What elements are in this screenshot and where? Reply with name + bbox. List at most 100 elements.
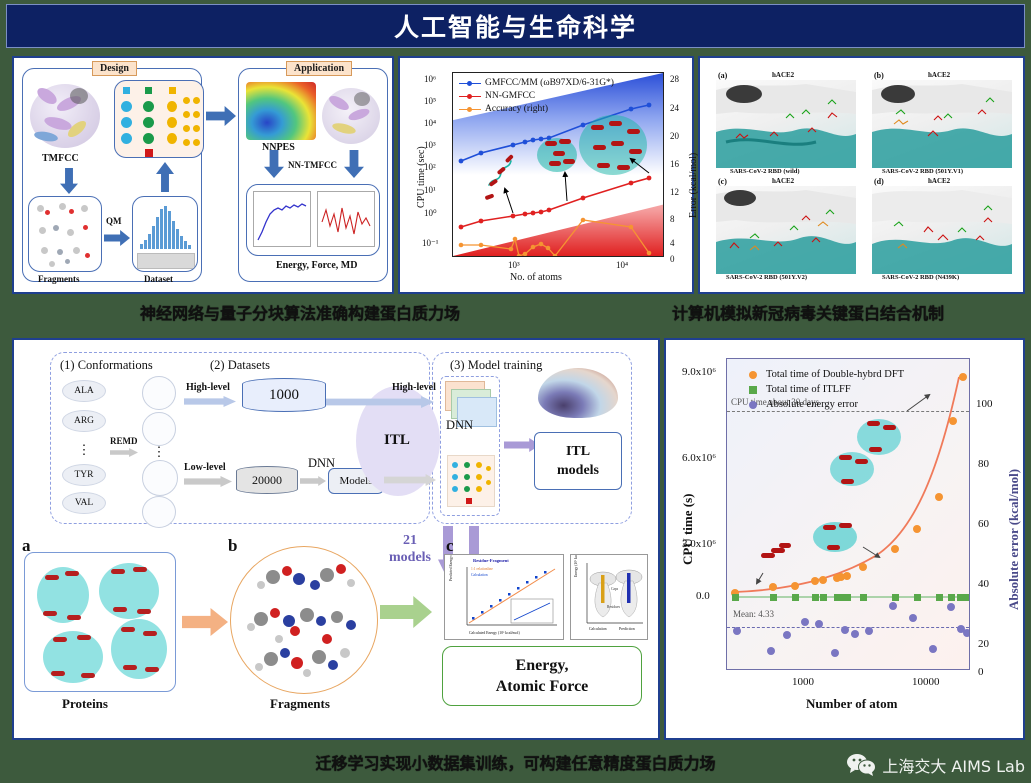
watermark-text: 上海交大 AIMS Lab [882,757,1025,776]
chart2-xtick-10000: 10000 [912,676,940,688]
inset-violin-note-caps: Caps [611,587,619,591]
arrow-design-to-application [206,106,236,126]
force-plot-curve [321,207,371,235]
chart1-legend-item-2: Accuracy (right) [459,103,614,116]
chart2-y2tick-60: 60 [978,518,989,530]
aa-pill-tyr: TYR [62,464,106,486]
dataset-label: Dataset [144,274,173,284]
structure-cell-c [716,186,856,274]
inset-scatter-xlabel: Calculated Energy (10³ kcal/mol) [469,631,520,635]
chart1-y2tick-8: 8 [670,214,675,224]
chart1-ytick-5: 10⁵ [424,96,437,106]
low-level-label: Low-level [184,462,226,473]
chart1-xtick-1e4: 10⁴ [616,260,629,270]
application-tag: Application [286,61,353,76]
rmsd-plot-curve [257,203,307,241]
caption-top-right: 计算机模拟新冠病毒关键蛋白结合机制 [672,304,945,323]
structure-hace2-d: hACE2 [928,177,951,185]
chart1-ytick-4: 10⁴ [424,118,437,128]
inset-violin-ylabel: Energy (10³ kcal/mol) [574,554,578,577]
chart2-y2tick-20: 20 [978,638,989,650]
fragments-box [28,196,102,272]
chart2-y2tick-40: 40 [978,578,989,590]
fragments-label-b: Fragments [270,696,330,711]
output-line1: Energy, [515,657,569,674]
remd-label: REMD [110,436,138,446]
chart2-legend-item-2: Absolute energy error [749,397,904,412]
structure-hace2-a: hACE2 [772,71,795,79]
dataset-box [132,196,198,272]
inset-violin-plot: Energy (10³ kcal/mol) Calculation Predic… [570,554,648,640]
tmfcc-label: TMFCC [42,153,79,164]
itl-models-box: ITL models [534,432,622,490]
models-count: 21 models [386,532,434,566]
chart2-y2label: Absolute error (kcal/mol) [1006,468,1021,610]
chart2-legend-label-0: Total time of Double-hybrd DFT [766,369,905,380]
chart1-y2tick-24: 24 [670,103,679,113]
chart1-ytick-1: 10¹ [424,185,436,195]
conformation-circle-3 [142,460,178,496]
chart1-y2tick-16: 16 [670,159,679,169]
models-count-line2: models [389,550,431,565]
chart1-xtick-1e3: 10³ [508,260,520,270]
chart1-protein-medium [537,138,577,172]
inset-violin-xtick-1: Calculation [589,627,607,631]
structure-cell-b [872,80,1012,168]
chart2-legend: Total time of Double-hybrd DFT Total tim… [749,367,904,412]
qm-label: QM [106,216,122,226]
nn-tmfcc-label: NN-TMFCC [288,160,337,170]
design-tag: Design [92,61,137,76]
dataset-cylinder-low: 20000 [236,466,298,494]
chart2-y2tick-100: 100 [976,398,993,410]
slide-title-banner: 人工智能与生命科学 [6,4,1025,48]
structure-hace2-b: hACE2 [928,71,951,79]
high-level-label-2: High-level [392,382,436,393]
chart1-legend-swatch-2 [459,107,481,112]
itl-step2-header: (2) Datasets [210,358,271,372]
conformation-circle-4 [142,496,176,528]
conformation-circle-1 [142,376,176,410]
chart2-protein-medium [813,522,857,552]
panel-workflow-diagram: Design Application TMFCC Fragments QM Da… [12,56,394,294]
structure-caption-a: SARS-CoV-2 RBD (wild) [730,168,800,175]
structure-tag-d: (d) [874,177,884,186]
chart2-ylabel: CPU time (s) [680,493,695,565]
wechat-icon [847,754,877,776]
chart2-protein-large-2 [857,419,901,455]
itl-models-line2: models [557,463,599,478]
chart1-legend-swatch-1 [459,94,481,99]
dataset-cylinder-high: 1000 [242,378,326,412]
chart2-ytick-6e6: 6.0x10⁶ [682,452,717,464]
aa-pill-val: VAL [62,492,106,514]
neural-network-diagram [114,80,204,158]
chart1-plot-area: GMFCC/MM (ωB97XD/6-31G*) NN-GMFCC Accura… [452,72,664,257]
chart1-ytick-0: 10⁰ [424,208,437,218]
structure-caption-d: SARS-CoV-2 RBD (N439K) [882,274,960,281]
chart1-legend-label-2: Accuracy (right) [485,104,549,114]
aa-pill-ellipsis: ⋮ [77,442,91,457]
chart1-ylabel: CPU time (sec) [416,146,427,208]
aa-pill-ala: ALA [62,380,106,402]
high-level-label-1: High-level [186,382,230,393]
itl-step1-header: (1) Conformations [60,358,153,372]
inset-scatter-plot: Residue-Fragment 1:1 relationline Calcul… [444,554,564,640]
tmfcc-protein-image [26,80,104,152]
itl-label: ITL [384,432,410,448]
chart2-y2tick-80: 80 [978,458,989,470]
structure-caption-b: SARS-CoV-2 RBD (501Y.V1) [882,168,964,175]
fragments-circle [230,546,378,694]
arrow-to-energy [380,596,432,628]
chart1-protein-small [485,154,514,200]
chart1-protein-large [579,115,647,175]
chart1-y2tick-0: 0 [670,254,675,264]
aa-pill-arg: ARG [62,410,106,432]
inset-legend-2: Calculation [471,573,488,577]
chart1-ytick-2: 10² [424,162,436,172]
chart1-ytick-3: 10³ [424,140,436,150]
panel-itl-workflow: (1) Conformations (2) Datasets (3) Model… [12,338,660,740]
watermark: 上海交大 AIMS Lab [846,753,1025,777]
chart1-line-accuracy [461,219,650,256]
chart2-legend-item-0: Total time of Double-hybrd DFT [749,367,904,382]
arrow-proteins-to-fragments [182,608,228,636]
chart2-ytick-0: 0.0 [696,590,710,602]
